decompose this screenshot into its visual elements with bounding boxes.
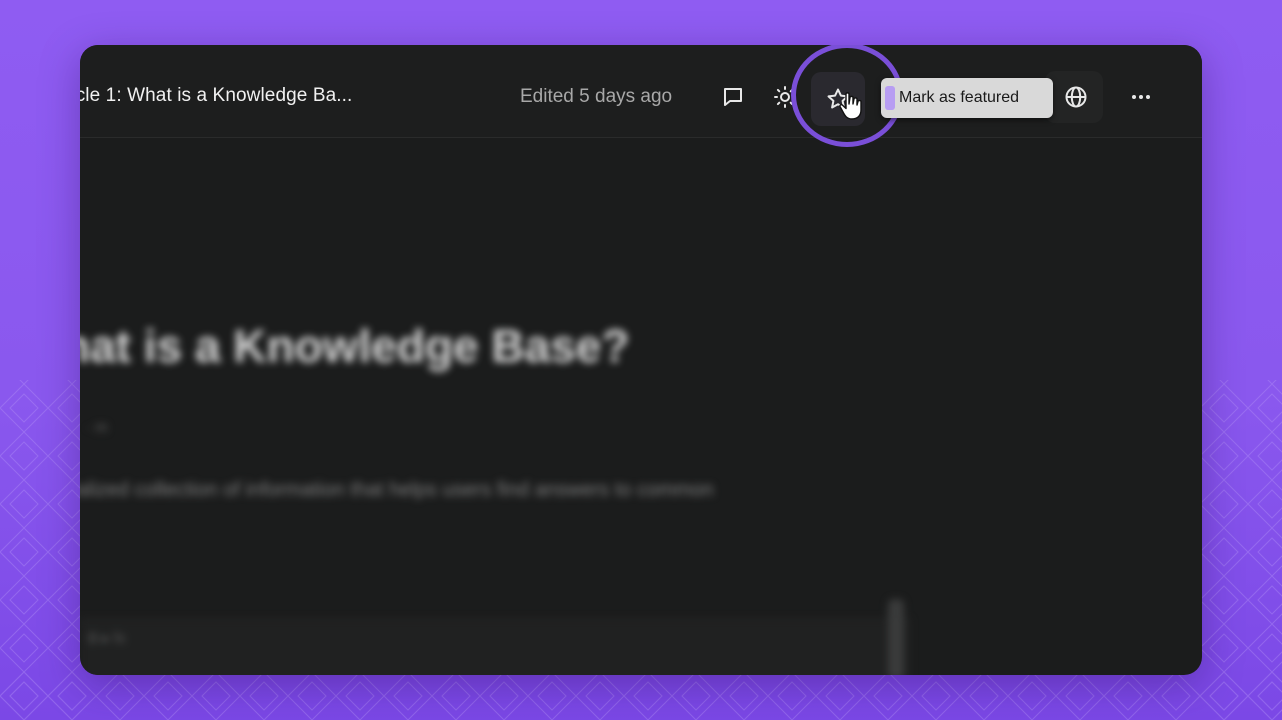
app-window: ticle 1: What is a Knowledge Ba... Edite… bbox=[80, 45, 1202, 675]
scroll-handle[interactable] bbox=[888, 599, 904, 675]
publish-button[interactable] bbox=[1056, 77, 1096, 117]
article-meta: · m bbox=[86, 419, 108, 436]
tooltip-label: Mark as featured bbox=[899, 89, 1020, 106]
comment-button[interactable] bbox=[713, 77, 753, 117]
article-paragraph: ralized collection of information that h… bbox=[80, 479, 714, 501]
tooltip-accent bbox=[885, 86, 895, 110]
article-content: hat is a Knowledge Base? · m ralized col… bbox=[80, 139, 1202, 675]
article-heading: hat is a Knowledge Base? bbox=[80, 320, 630, 372]
comment-icon bbox=[724, 88, 742, 106]
panel-label: B ▸ fx bbox=[88, 630, 126, 647]
more-options-button[interactable] bbox=[1121, 77, 1161, 117]
editor-panel bbox=[80, 619, 910, 675]
globe-icon bbox=[1065, 86, 1087, 108]
theme-toggle-button[interactable] bbox=[765, 77, 805, 117]
sun-icon bbox=[774, 86, 796, 108]
hand-cursor-icon bbox=[839, 92, 862, 120]
top-bar: ticle 1: What is a Knowledge Ba... Edite… bbox=[80, 45, 1202, 147]
document-title[interactable]: ticle 1: What is a Knowledge Ba... bbox=[80, 85, 506, 107]
mark-featured-tooltip: Mark as featured bbox=[881, 78, 1053, 118]
more-horizontal-icon bbox=[1132, 95, 1150, 99]
edited-timestamp: Edited 5 days ago bbox=[520, 86, 673, 107]
